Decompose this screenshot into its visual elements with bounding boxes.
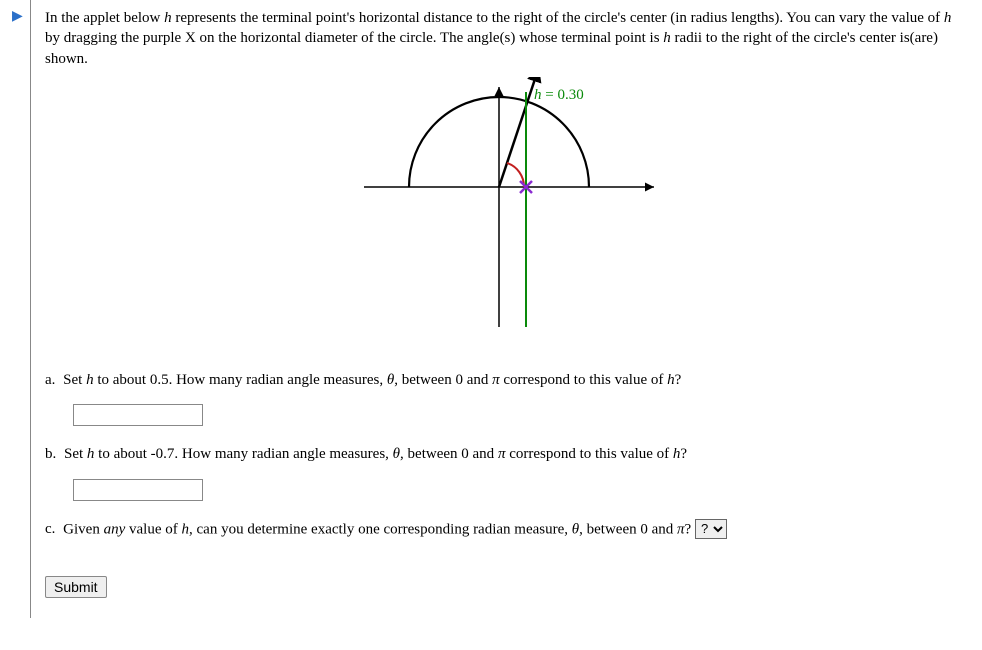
qc-t5: ? bbox=[685, 521, 695, 537]
qc-letter: c. bbox=[45, 521, 55, 537]
intro-var-h-3: h bbox=[663, 30, 671, 46]
qa-letter: a. bbox=[45, 372, 55, 388]
qa-h: h bbox=[86, 372, 94, 388]
qc-t2: value of bbox=[125, 521, 181, 537]
intro-var-h-2: h bbox=[944, 10, 952, 26]
qb-theta: θ bbox=[393, 446, 400, 462]
qc-t1: Given bbox=[59, 521, 103, 537]
intro-text: In the applet below h represents the ter… bbox=[45, 8, 962, 69]
qb-t1: Set bbox=[60, 446, 87, 462]
submit-button[interactable]: Submit bbox=[45, 576, 107, 598]
qc-any: any bbox=[104, 521, 126, 537]
qa-t5: ? bbox=[675, 372, 682, 388]
answer-a-input[interactable] bbox=[73, 404, 203, 426]
intro-var-h-1: h bbox=[164, 10, 172, 26]
question-c: c. Given any value of h, can you determi… bbox=[45, 519, 962, 540]
qc-t3: , can you determine exactly one correspo… bbox=[189, 521, 572, 537]
intro-part2: represents the terminal point's horizont… bbox=[172, 10, 944, 26]
qc-pi: π bbox=[677, 521, 685, 537]
question-body: In the applet below h represents the ter… bbox=[30, 0, 982, 618]
answer-c-select[interactable]: ? bbox=[695, 519, 727, 539]
qa-pi: π bbox=[492, 372, 500, 388]
expand-arrow[interactable]: ▶ bbox=[0, 0, 30, 25]
qa-t3: , between 0 and bbox=[394, 372, 492, 388]
triangle-right-icon: ▶ bbox=[12, 9, 23, 24]
svg-text:h = 0.30: h = 0.30 bbox=[534, 87, 584, 103]
qc-t4: , between 0 and bbox=[579, 521, 677, 537]
applet-svg: h = 0.30 bbox=[324, 77, 684, 337]
qa-t2: to about 0.5. How many radian angle meas… bbox=[94, 372, 387, 388]
qa-t1: Set bbox=[59, 372, 86, 388]
answer-b-input[interactable] bbox=[73, 479, 203, 501]
qb-t3: , between 0 and bbox=[400, 446, 498, 462]
qa-h2: h bbox=[667, 372, 675, 388]
qb-t4: correspond to this value of bbox=[505, 446, 672, 462]
qb-t2: to about -0.7. How many radian angle mea… bbox=[94, 446, 392, 462]
intro-part1: In the applet below bbox=[45, 10, 164, 26]
qc-h: h bbox=[182, 521, 190, 537]
question-b: b. Set h to about -0.7. How many radian … bbox=[45, 444, 962, 501]
qb-t5: ? bbox=[680, 446, 687, 462]
circle-applet[interactable]: h = 0.30 bbox=[45, 77, 962, 342]
applet-h-value: = 0.30 bbox=[541, 87, 583, 103]
intro-part3: by dragging the purple X on the horizont… bbox=[45, 30, 663, 46]
qb-letter: b. bbox=[45, 446, 56, 462]
applet-h-var: h bbox=[534, 87, 542, 103]
question-a: a. Set h to about 0.5. How many radian a… bbox=[45, 370, 962, 427]
qa-t4: correspond to this value of bbox=[500, 372, 667, 388]
